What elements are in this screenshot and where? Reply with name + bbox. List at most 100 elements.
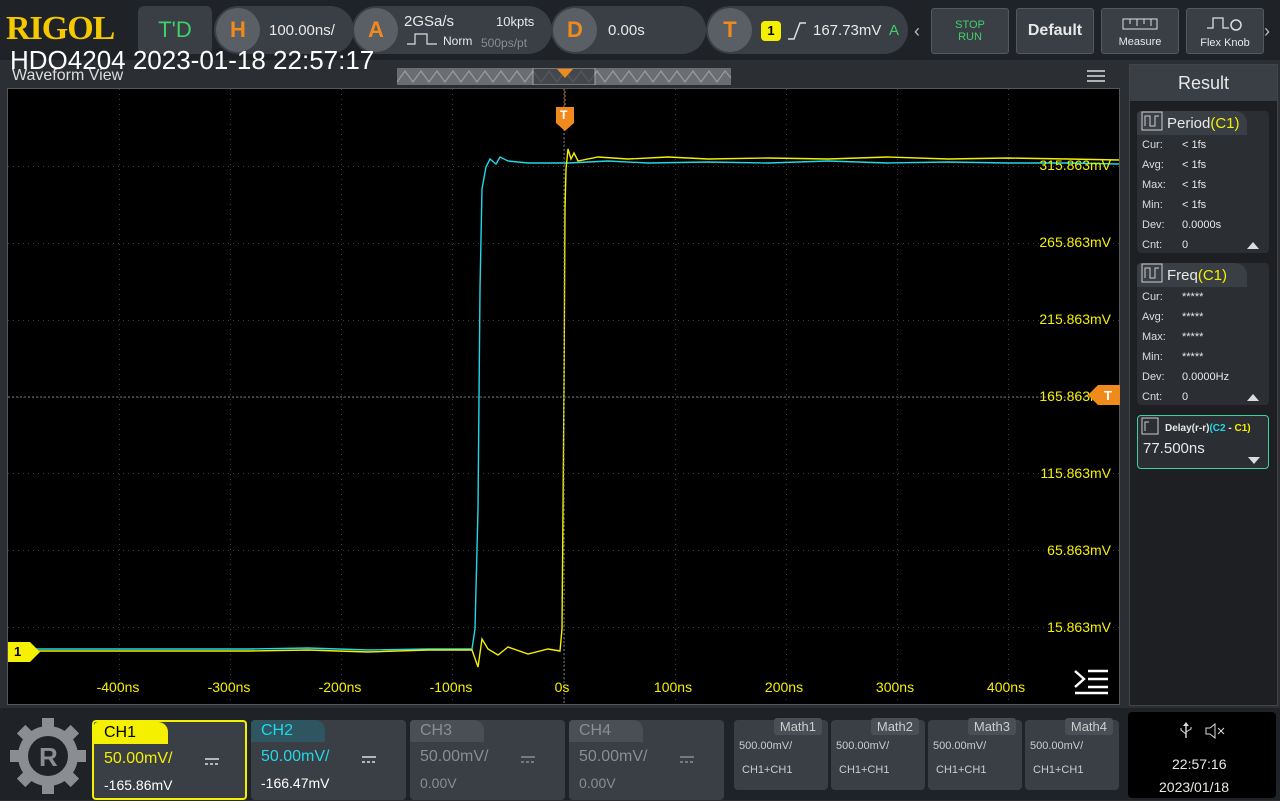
delay-measurement[interactable]: Delay(r-r) (C2 - C1) 77.500ns xyxy=(1137,415,1269,469)
x-axis-label: 200ns xyxy=(764,679,804,695)
freq-source: (C1) xyxy=(1197,266,1228,284)
status-clock-panel: 22:57:16 2023/01/18 xyxy=(1128,712,1276,798)
scroll-right-icon[interactable]: › xyxy=(1264,8,1278,54)
row-value: < 1fs xyxy=(1182,199,1207,211)
channel-2-label: CH2 xyxy=(251,720,325,742)
channel-3-offset: 0.00V xyxy=(420,775,457,791)
rigol-home-gear-icon[interactable]: R xyxy=(8,716,88,796)
memory-depth: 10kpts xyxy=(496,14,535,29)
row-value: 0 xyxy=(1182,239,1189,251)
waveform-display[interactable]: 315.863mV 265.863mV 215.863mV 1 65.863mV 115.… xyxy=(7,88,1120,705)
period-source: (C1) xyxy=(1210,114,1240,132)
trigger-level-marker[interactable]: T xyxy=(1088,385,1120,405)
math-2-scale: 500.00mV/ xyxy=(836,740,890,752)
trigger-time-marker[interactable]: T xyxy=(555,91,575,131)
math-1-panel[interactable]: Math1 500.00mV/CH1+CH1 xyxy=(734,718,828,790)
flex-knob-icon xyxy=(1205,14,1245,37)
math-4-expression: CH1+CH1 xyxy=(1033,764,1084,776)
row-label: Max: xyxy=(1142,179,1166,191)
channel-1-panel[interactable]: CH1 50.00mV/ -165.86mV xyxy=(92,720,247,800)
result-panel: Result Period (C1) Cur: < 1fs Avg: < 1fs Max:… xyxy=(1129,64,1278,706)
row-value: 0 xyxy=(1182,391,1189,403)
delay-d-icon: D xyxy=(553,8,597,52)
collapse-icon[interactable] xyxy=(1072,667,1110,695)
stop-label: STOP xyxy=(955,19,985,31)
row-value: < 1fs xyxy=(1182,159,1207,171)
delay-src-b: C1) xyxy=(1234,422,1251,434)
channel-2-panel[interactable]: CH2 50.00mV/ -166.47mV xyxy=(251,720,406,800)
row-label: Cur: xyxy=(1142,139,1163,151)
math-1-label: Math1 xyxy=(773,718,822,735)
trigger-position-marker-icon xyxy=(555,66,575,78)
math-4-scale: 500.00mV/ xyxy=(1030,740,1084,752)
x-axis-label: -400ns xyxy=(96,679,140,695)
freq-measurement[interactable]: Freq (C1) Cur: ***** Avg: ***** Max: ***** Min:… xyxy=(1137,263,1269,405)
default-label: Default xyxy=(1027,22,1083,39)
channel-1-offset: -165.86mV xyxy=(104,777,173,793)
period-name: Period xyxy=(1167,114,1211,132)
period-collapse-icon[interactable] xyxy=(1247,237,1259,249)
channel-4-offset: 0.00V xyxy=(579,775,616,791)
channel-3-label: CH3 xyxy=(410,720,484,742)
channel-1-scale: 50.00mV/ xyxy=(104,750,173,767)
delay-name: Delay(r-r) xyxy=(1165,422,1210,434)
acq-mode: Norm xyxy=(443,34,473,48)
period-icon xyxy=(1141,111,1163,136)
x-axis-label: 100ns xyxy=(653,679,693,695)
channel-4-panel[interactable]: CH4 50.00mV/0.00V xyxy=(569,720,724,800)
freq-row: Cur: ***** xyxy=(1137,287,1269,307)
run-label: RUN xyxy=(958,31,982,43)
y-axis-label: 215.863mV xyxy=(1039,311,1111,327)
period-row: Avg: < 1fs xyxy=(1137,155,1269,175)
channel-3-panel[interactable]: CH3 50.00mV/0.00V xyxy=(410,720,565,800)
period-measurement[interactable]: Period (C1) Cur: < 1fs Avg: < 1fs Max: < 1fs Mi… xyxy=(1137,111,1269,253)
math-3-panel[interactable]: Math3 500.00mV/CH1+CH1 xyxy=(928,718,1022,790)
delay-dash: - xyxy=(1225,422,1235,434)
row-label: Cnt: xyxy=(1142,391,1163,403)
speaker-mute-icon[interactable] xyxy=(1204,722,1226,740)
math-3-expression: CH1+CH1 xyxy=(936,764,987,776)
x-axis-label: 0s xyxy=(554,679,570,695)
row-label: Max: xyxy=(1142,331,1166,343)
bottom-bar: R CH1 50.00mV/ -165.86mV CH2 50.00mV/ -166.47… xyxy=(0,708,1280,800)
y-axis-label: 65.863mV xyxy=(1047,542,1111,558)
row-label: Min: xyxy=(1142,199,1163,211)
stop-run-button[interactable]: STOP RUN xyxy=(931,8,1009,54)
default-button[interactable]: Default xyxy=(1016,8,1094,54)
menu-icon[interactable] xyxy=(1086,68,1106,84)
math-1-expression: CH1+CH1 xyxy=(742,764,793,776)
row-label: Dev: xyxy=(1142,219,1165,231)
usb-icon xyxy=(1178,722,1194,740)
channel-3-scale: 50.00mV/ xyxy=(420,748,489,765)
channel-2-scale: 50.00mV/ xyxy=(261,748,330,765)
ch1-offset-marker-label: 1 xyxy=(14,644,22,659)
freq-row: Avg: ***** xyxy=(1137,307,1269,327)
freq-row: Max: ***** xyxy=(1137,327,1269,347)
channel-1-label: CH1 xyxy=(94,722,168,744)
row-label: Avg: xyxy=(1142,159,1164,171)
y-axis-label: 15.863mV xyxy=(1047,619,1111,635)
clock-date: 2023/01/18 xyxy=(1159,779,1230,795)
flex-knob-button[interactable]: Flex Knob xyxy=(1186,8,1264,54)
rigol-logo: RIGOL xyxy=(6,10,115,47)
pulse-icon xyxy=(407,32,437,46)
freq-collapse-icon[interactable] xyxy=(1247,389,1259,401)
dc-coupling-icon xyxy=(520,752,536,763)
title-overlay: HDO4204 2023-01-18 22:57:17 xyxy=(10,45,375,75)
channel-2-offset: -166.47mV xyxy=(261,775,330,791)
scroll-left-icon[interactable]: ‹ xyxy=(914,8,926,54)
x-axis-label: -200ns xyxy=(318,679,362,695)
delay-expand-icon[interactable] xyxy=(1248,452,1260,464)
timebase-value: 100.00ns/ xyxy=(269,22,335,39)
delay-src-a: (C2 xyxy=(1209,422,1226,434)
delay-icon xyxy=(1141,417,1159,440)
measure-button[interactable]: Measure xyxy=(1101,8,1179,54)
ch1-offset-marker[interactable]: 1 xyxy=(8,642,40,662)
trigger-level: 167.73mV xyxy=(813,22,882,39)
row-value: ***** xyxy=(1182,291,1204,303)
math-2-label: Math2 xyxy=(870,718,919,735)
math-2-panel[interactable]: Math2 500.00mV/CH1+CH1 xyxy=(831,718,925,790)
y-axis-label: 265.863mV xyxy=(1039,234,1111,250)
trigger-time-marker-label: T xyxy=(560,108,568,122)
math-4-panel[interactable]: Math4 500.00mV/CH1+CH1 xyxy=(1025,718,1119,790)
